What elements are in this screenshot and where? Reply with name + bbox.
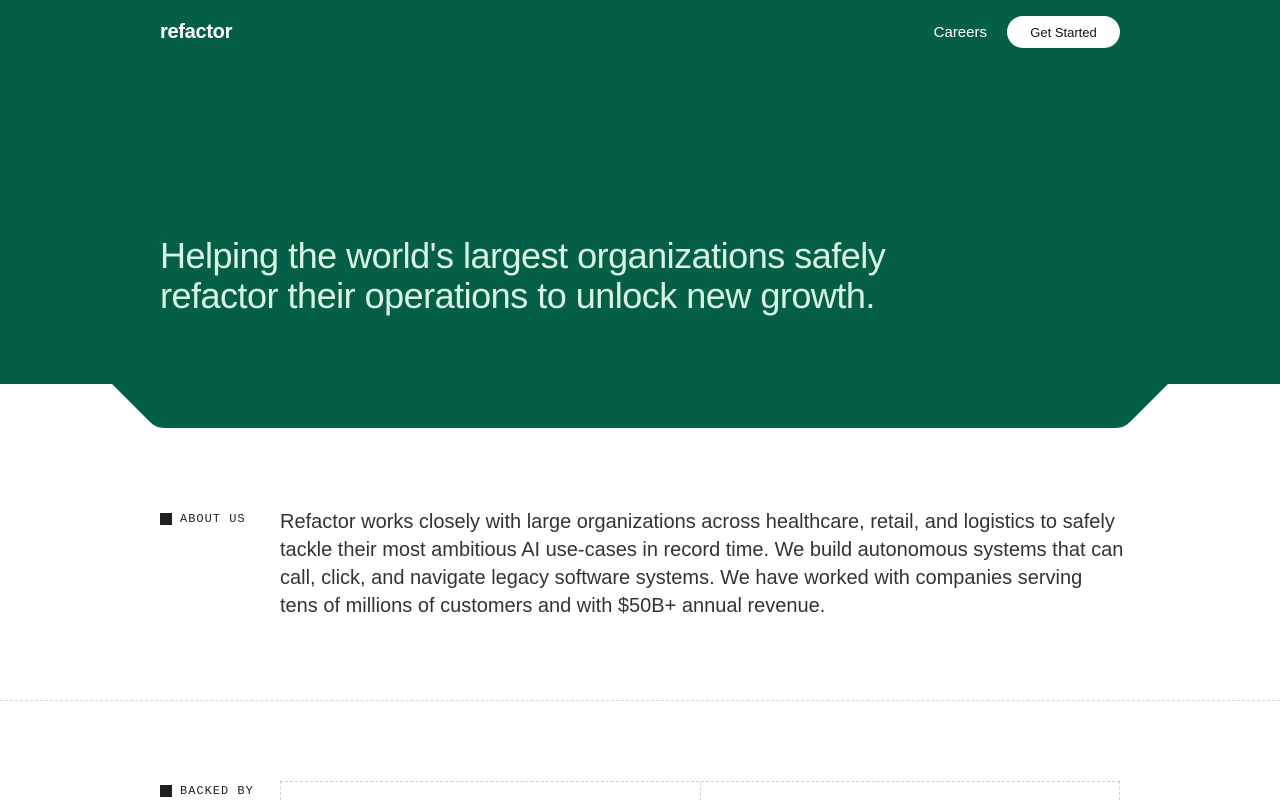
top-nav: refactor Careers Get Started — [160, 16, 1120, 48]
headline-line-2: refactor their operations to unlock new … — [160, 275, 875, 316]
about-paragraph: Refactor works closely with large organi… — [280, 511, 1124, 617]
hero-background — [0, 0, 1280, 428]
backed-by-label: BACKED BY — [160, 784, 254, 798]
investor-grid — [280, 781, 1120, 800]
section-divider — [0, 700, 1280, 701]
investor-cell — [699, 782, 1120, 800]
hero-headline: Helping the world's largest organization… — [160, 236, 940, 316]
investor-cell — [281, 782, 700, 800]
backed-by-label-text: BACKED BY — [180, 784, 254, 798]
headline-line-1: Helping the world's largest organization… — [160, 235, 886, 276]
hero-section: refactor Careers Get Started Helping the… — [0, 0, 1280, 428]
label-square-icon — [160, 513, 172, 525]
about-label-text: ABOUT US — [180, 512, 246, 526]
label-square-icon — [160, 785, 172, 797]
about-label: ABOUT US — [160, 512, 246, 526]
get-started-button[interactable]: Get Started — [1007, 16, 1120, 48]
careers-link[interactable]: Careers — [934, 24, 987, 41]
logo[interactable]: refactor — [160, 21, 232, 44]
nav-actions: Careers Get Started — [934, 16, 1120, 48]
